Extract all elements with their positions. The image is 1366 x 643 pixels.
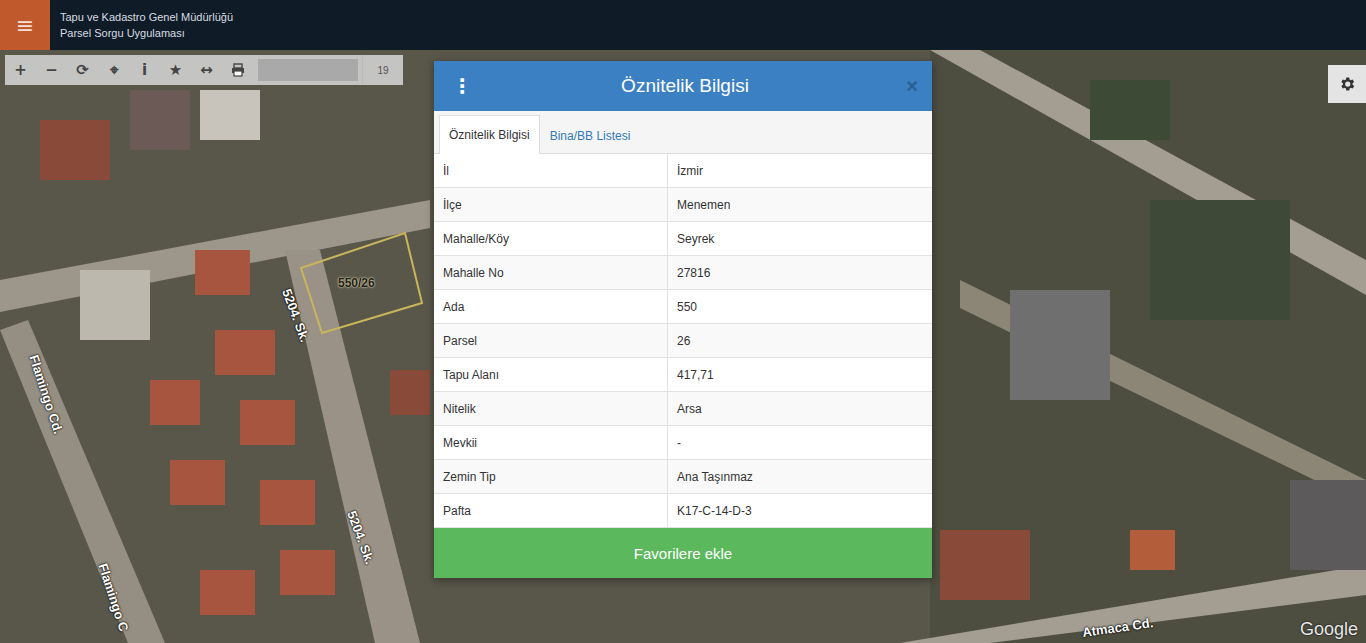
attribute-label: Mahalle No: [434, 256, 668, 289]
attribute-label: Mevkii: [434, 426, 668, 459]
app-title: Tapu ve Kadastro Genel MüdürlüğüParsel S…: [60, 9, 233, 41]
attribute-label: İl: [434, 154, 668, 187]
more-button[interactable]: ⋮: [452, 74, 472, 98]
print-icon: [231, 63, 245, 77]
attribute-value: İzmir: [668, 154, 932, 187]
tab-bar: Öznitelik BilgisiBina/BB Listesi: [434, 111, 932, 154]
search-field[interactable]: [258, 59, 358, 81]
tool-button[interactable]: i: [129, 55, 160, 85]
attribute-label: Tapu Alanı: [434, 358, 668, 391]
tab[interactable]: Öznitelik Bilgisi: [439, 115, 540, 154]
tool-button[interactable]: [222, 55, 253, 85]
attribute-table: İlİzmirİlçeMenemenMahalle/KöySeyrekMahal…: [434, 154, 932, 528]
attribute-row: Ada550: [434, 290, 932, 324]
gear-icon: [1338, 75, 1356, 93]
attribute-row: Parsel26: [434, 324, 932, 358]
attribute-row: PaftaK17-C-14-D-3: [434, 494, 932, 528]
dialog-title: Öznitelik Bilgisi: [472, 75, 898, 97]
attribute-value: Menemen: [668, 188, 932, 221]
attribute-label: İlçe: [434, 188, 668, 221]
attribute-row: İlİzmir: [434, 154, 932, 188]
attribute-label: Zemin Tip: [434, 460, 668, 493]
tool-button[interactable]: −: [36, 55, 67, 85]
attribute-label: Nitelik: [434, 392, 668, 425]
dialog-header: ⋮Öznitelik Bilgisi×: [434, 61, 932, 111]
attribute-value: 26: [668, 324, 932, 357]
subtitle: Parsel Sorgu Uygulaması: [60, 25, 233, 41]
tool-button[interactable]: ⟳: [67, 55, 98, 85]
tool-button[interactable]: ⌖: [98, 55, 129, 85]
attribute-row: Mahalle/KöySeyrek: [434, 222, 932, 256]
map[interactable]: 550/265204. Sk.5204. Sk.Flamingo Cd.Flam…: [0, 50, 1366, 643]
parcel-label: 550/26: [338, 276, 375, 290]
attribute-value: -: [668, 426, 932, 459]
tool-button[interactable]: ★: [160, 55, 191, 85]
attribute-dialog: ⋮Öznitelik Bilgisi×Öznitelik BilgisiBina…: [434, 61, 932, 578]
attribute-row: Mevkii-: [434, 426, 932, 460]
attribute-value: 417,71: [668, 358, 932, 391]
title: Tapu ve Kadastro Genel Müdürlüğü: [60, 9, 233, 25]
attribute-value: 27816: [668, 256, 932, 289]
attribute-label: Mahalle/Köy: [434, 222, 668, 255]
menu-button[interactable]: ≡: [0, 0, 50, 50]
attribute-row: NitelikArsa: [434, 392, 932, 426]
top-bar: ≡ Tapu ve Kadastro Genel MüdürlüğüParsel …: [0, 0, 1366, 50]
attribute-label: Parsel: [434, 324, 668, 357]
map-toolbar: +−⟳⌖i★↔ 19: [5, 55, 403, 85]
attribute-value: Ana Taşınmaz: [668, 460, 932, 493]
tool-button[interactable]: +: [5, 55, 36, 85]
tool-button[interactable]: ↔: [191, 55, 222, 85]
attribute-label: Ada: [434, 290, 668, 323]
close-button[interactable]: ×: [898, 75, 918, 98]
tab[interactable]: Bina/BB Listesi: [540, 116, 641, 154]
attribute-label: Pafta: [434, 494, 668, 527]
attribute-row: Mahalle No27816: [434, 256, 932, 290]
attribute-value: 550: [668, 290, 932, 323]
attribute-row: İlçeMenemen: [434, 188, 932, 222]
attribute-value: Seyrek: [668, 222, 932, 255]
attribute-value: K17-C-14-D-3: [668, 494, 932, 527]
page: ≡ Tapu ve Kadastro Genel MüdürlüğüParsel …: [0, 0, 1366, 643]
attribute-value: Arsa: [668, 392, 932, 425]
settings-button[interactable]: [1328, 65, 1366, 103]
attribute-row: Tapu Alanı417,71: [434, 358, 932, 392]
add-favorite-button[interactable]: Favorilere ekle: [434, 528, 932, 578]
attribute-row: Zemin TipAna Taşınmaz: [434, 460, 932, 494]
zoom-level: 19: [362, 55, 403, 85]
google-logo: Google: [1300, 619, 1358, 640]
